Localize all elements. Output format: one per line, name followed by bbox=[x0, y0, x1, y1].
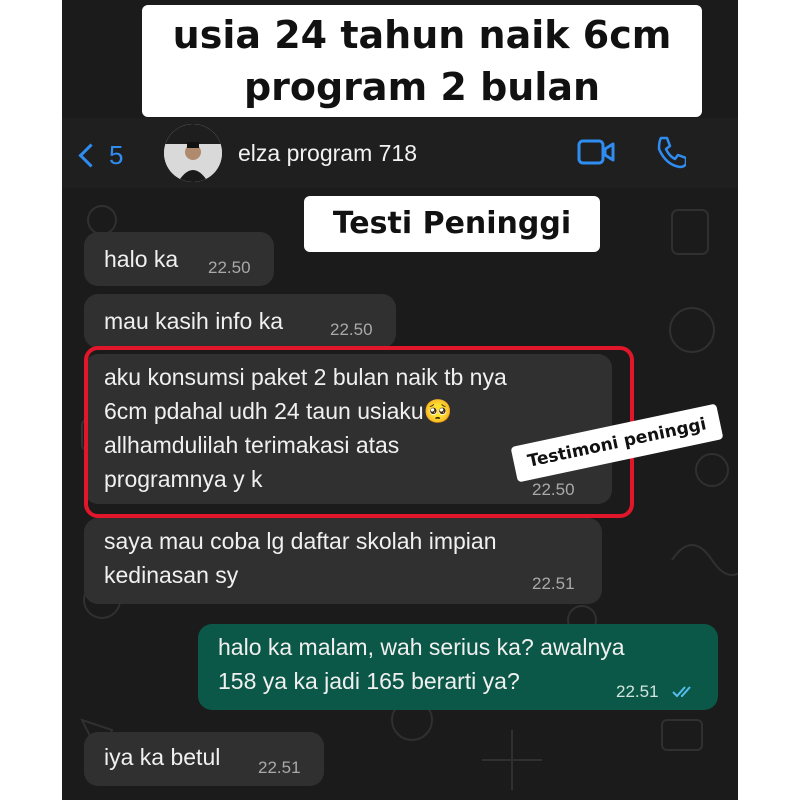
highlight-border bbox=[84, 346, 634, 518]
message-time: 22.51 bbox=[532, 574, 575, 593]
message-text: mau kasih info ka bbox=[104, 308, 283, 334]
message-text: halo ka malam, wah serius ka? awalnya 15… bbox=[218, 634, 625, 694]
avatar-image bbox=[164, 124, 222, 182]
message-bubble-incoming[interactable]: iya ka betul 22.51 bbox=[84, 732, 324, 786]
message-bubble-outgoing[interactable]: halo ka malam, wah serius ka? awalnya 15… bbox=[198, 624, 718, 710]
video-call-icon[interactable] bbox=[577, 138, 615, 166]
caption-line-1: usia 24 tahun naik 6cm bbox=[172, 13, 672, 57]
message-bubble-incoming[interactable]: mau kasih info ka 22.50 bbox=[84, 294, 396, 348]
contact-name[interactable]: elza program 718 bbox=[238, 140, 417, 167]
message-text: iya ka betul bbox=[104, 744, 221, 770]
message-time: 22.51 bbox=[258, 758, 301, 777]
message-text: halo ka bbox=[104, 246, 179, 272]
read-receipt-icon bbox=[672, 686, 691, 698]
message-time: 22.51 bbox=[616, 682, 659, 701]
phone-icon[interactable] bbox=[654, 135, 686, 169]
message-time: 22.50 bbox=[208, 258, 251, 277]
message-bubble-incoming[interactable]: saya mau coba lg daftar skolah impian ke… bbox=[84, 518, 602, 604]
unread-count: 5 bbox=[109, 140, 124, 170]
back-button[interactable]: 5 bbox=[78, 140, 124, 171]
message-text: saya mau coba lg daftar skolah impian ke… bbox=[104, 528, 497, 588]
chat-header: 5 elza program 718 bbox=[62, 118, 738, 188]
chevron-left-icon bbox=[78, 143, 103, 168]
caption-overlay: usia 24 tahun naik 6cm program 2 bulan bbox=[142, 5, 702, 117]
message-time: 22.50 bbox=[330, 320, 373, 339]
chat-screenshot: 5 elza program 718 Testi Peninggi halo k… bbox=[62, 0, 738, 800]
caption-line-2: program 2 bulan bbox=[243, 65, 601, 109]
avatar[interactable] bbox=[164, 124, 222, 182]
stamp-title: Testi Peninggi bbox=[304, 196, 600, 252]
message-bubble-incoming[interactable]: halo ka 22.50 bbox=[84, 232, 274, 286]
